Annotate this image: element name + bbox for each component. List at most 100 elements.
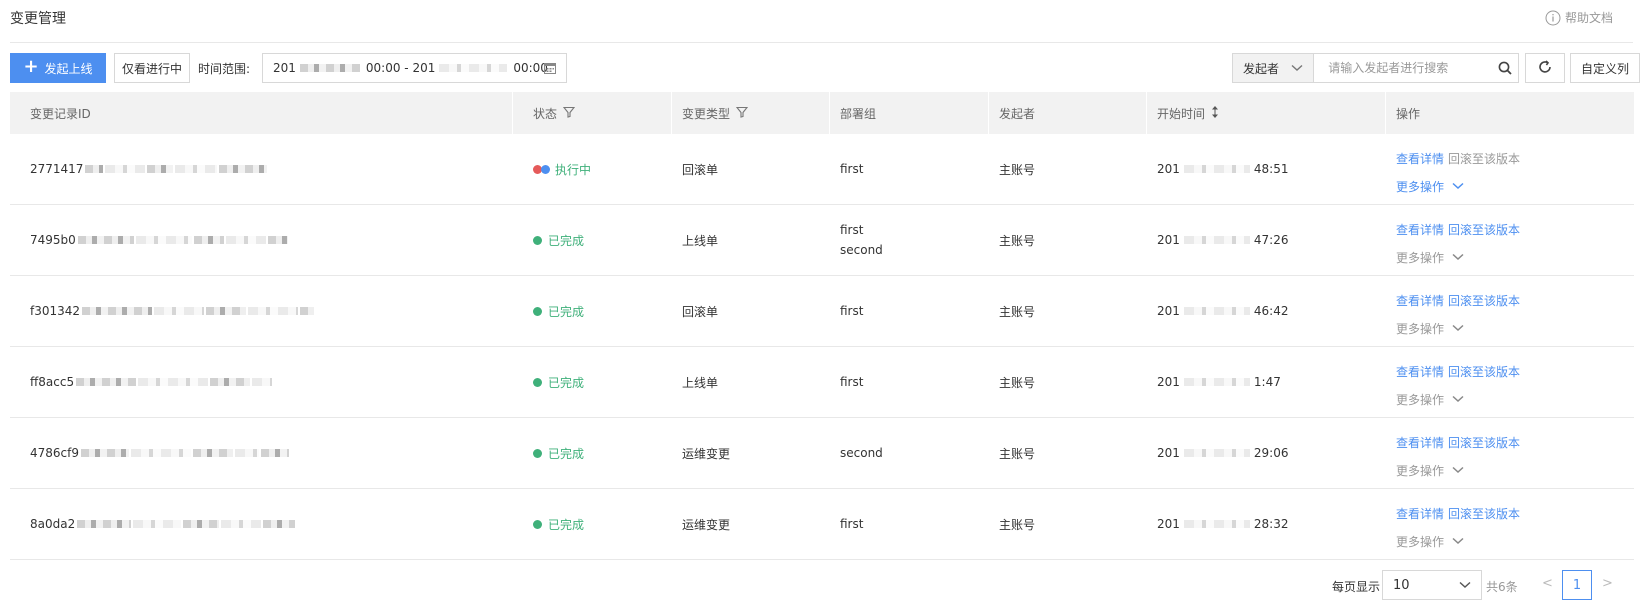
page-1-button[interactable]: 1 [1562,570,1592,600]
sort-icon[interactable] [1211,105,1219,122]
more-actions-dropdown[interactable]: 更多操作 [1396,320,1520,337]
redacted-id-segment [135,236,192,244]
rollback-link[interactable]: 回滚至该版本 [1448,292,1520,309]
more-actions-dropdown[interactable]: 更多操作 [1396,533,1520,550]
status-cell: 已完成 [513,276,672,346]
filter-icon[interactable] [735,106,749,121]
column-header-time[interactable]: 开始时间 [1147,92,1386,134]
table-row: f301342 已完成 回滚单 first 主账号 201 46:42 查看详情… [10,276,1634,347]
column-header-user-label: 发起者 [999,106,1036,121]
prev-page-button[interactable]: < [1542,576,1553,591]
redacted-id-segment [263,520,296,528]
more-actions-dropdown[interactable]: 更多操作 [1396,391,1520,408]
column-header-team: 部署组 [830,92,989,134]
launch-button-label: 发起上线 [44,61,93,76]
view-details-link[interactable]: 查看详情 [1396,150,1444,167]
start-time-suffix: 47:26 [1253,233,1289,247]
view-details-link[interactable]: 查看详情 [1396,221,1444,238]
record-id-cell: 2771417 [10,134,513,204]
column-header-team-label: 部署组 [840,106,877,121]
record-id-cell: 7495b0 [10,205,513,275]
redacted-time [1183,165,1250,173]
green-dot-icon [533,235,542,245]
start-time-cell: 201 47:26 [1147,205,1386,275]
date-range-picker[interactable]: 201 00:00 - 201 00:00 [262,53,567,83]
redacted-date [439,64,508,72]
launch-button[interactable]: + 发起上线 [10,53,106,83]
help-docs-link[interactable]: 帮助文档 [1545,9,1613,26]
next-page-button[interactable]: > [1602,576,1613,591]
rollback-link[interactable]: 回滚至该版本 [1448,221,1520,238]
status-badge: 已完成 [533,232,584,249]
type-cell: 回滚单 [682,304,719,319]
search-filter-select[interactable]: 发起者 [1233,54,1315,82]
rollback-link[interactable]: 回滚至该版本 [1448,363,1520,380]
status-cell: 执行中 [513,134,672,204]
type-cell: 运维变更 [682,446,731,461]
green-dot-icon [533,377,542,387]
table-row: ff8acc5 已完成 上线单 first 主账号 201 1:47 查看详情 … [10,347,1634,418]
record-id-cell: f301342 [10,276,513,346]
redacted-id-segment [210,378,251,386]
more-actions-dropdown[interactable]: 更多操作 [1396,462,1520,479]
green-dot-icon [533,519,542,529]
view-details-link[interactable]: 查看详情 [1396,505,1444,522]
refresh-button[interactable] [1525,53,1565,83]
per-page-value: 10 [1393,577,1410,593]
status-cell: 已完成 [513,205,672,275]
redacted-id-segment [221,520,262,528]
redacted-id-segment [133,520,182,528]
type-cell: 回滚单 [682,162,719,177]
status-text: 已完成 [548,233,585,248]
more-actions-dropdown[interactable]: 更多操作 [1396,178,1520,195]
redacted-id-segment [81,449,129,457]
record-id: f301342 [30,304,81,318]
in-progress-only-button[interactable]: 仅看进行中 [114,53,190,83]
search-input[interactable] [1314,54,1493,82]
status-cell: 已完成 [513,347,672,417]
rollback-link[interactable]: 回滚至该版本 [1448,150,1520,167]
record-id-cell: 4786cf9 [10,418,513,488]
plus-icon: + [23,56,39,77]
rollback-link[interactable]: 回滚至该版本 [1448,434,1520,451]
team-cell: first [830,134,989,204]
user-cell: 主账号 [999,233,1036,248]
status-badge: 执行中 [533,161,591,178]
redacted-id-segment [225,236,266,244]
column-header-ops-label: 操作 [1396,106,1421,121]
start-time-suffix: 29:06 [1253,446,1289,460]
more-actions-label: 更多操作 [1396,392,1445,407]
start-time-suffix: 28:32 [1253,517,1289,531]
team-cell: first [830,347,989,417]
date-end-text: 00:00 [513,61,548,75]
chevron-down-icon [1452,179,1464,193]
per-page-select[interactable]: 10 [1382,570,1482,600]
view-details-link[interactable]: 查看详情 [1396,434,1444,451]
column-header-status: 状态 [513,92,672,134]
more-actions-label: 更多操作 [1396,250,1445,265]
status-cell: 已完成 [513,418,672,488]
column-header-time-label: 开始时间 [1157,106,1206,121]
view-details-link[interactable]: 查看详情 [1396,363,1444,380]
status-text: 已完成 [548,446,585,461]
redacted-id-segment [219,165,268,173]
start-time-prefix: 201 [1157,446,1180,460]
status-badge: 已完成 [533,374,584,391]
team-name: first [840,375,864,389]
record-id: 8a0da2 [30,517,76,531]
status-cell: 已完成 [513,489,672,559]
team-name: second [840,446,883,460]
column-header-id: 变更记录ID [10,92,513,134]
record-id: ff8acc5 [30,375,75,389]
title-divider [10,42,1633,43]
custom-columns-button[interactable]: 自定义列 [1570,53,1640,83]
view-details-link[interactable]: 查看详情 [1396,292,1444,309]
rollback-link[interactable]: 回滚至该版本 [1448,505,1520,522]
column-header-id-label: 变更记录ID [30,106,91,121]
search-icon[interactable] [1492,54,1518,82]
column-header-user: 发起者 [989,92,1147,134]
more-actions-dropdown[interactable]: 更多操作 [1396,249,1520,266]
start-time-cell: 201 46:42 [1147,276,1386,346]
filter-icon[interactable] [562,106,576,121]
start-time-prefix: 201 [1157,517,1180,531]
